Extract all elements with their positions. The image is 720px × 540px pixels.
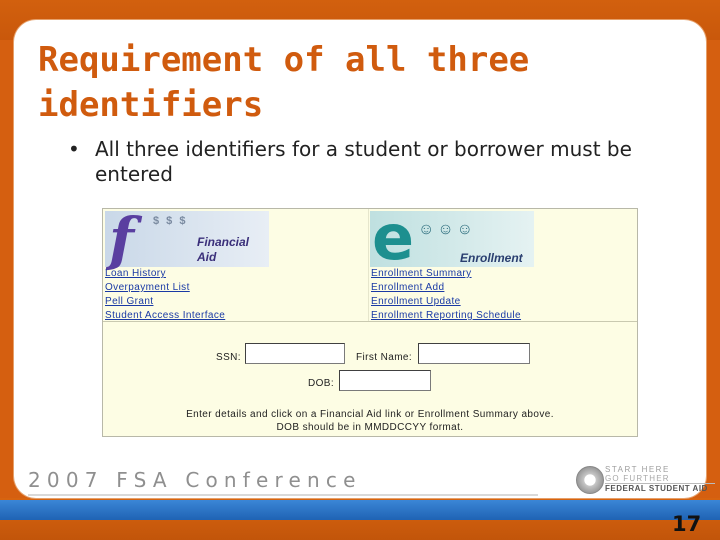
coins-icon: $ $ $ [153,215,188,227]
link-overpayment-list[interactable]: Overpayment List [105,281,225,295]
link-loan-history[interactable]: Loan History [105,267,225,281]
enrollment-logo-icon[interactable]: e ☺☺☺ Enrollment [370,201,534,274]
dob-format-note: DOB should be in MMDDCCYY format. [276,422,464,433]
first-name-input[interactable] [418,343,530,364]
enrollment-links: Enrollment Summary Enrollment Add Enroll… [371,267,521,323]
financial-aid-logo-label: Financial [197,235,250,249]
ssn-input[interactable] [245,343,345,364]
fsa-logo-line-1: START HERE [605,465,670,474]
column-divider [368,209,369,321]
fsa-logo: START HERE GO FURTHER FEDERAL STUDENT AI… [605,465,715,493]
footer-divider [28,494,538,496]
financial-aid-logo-letter: f [109,205,134,273]
financial-aid-links: Loan History Overpayment List Pell Grant… [105,267,225,323]
link-pell-grant[interactable]: Pell Grant [105,295,225,309]
enrollment-logo-label: Enrollment [460,251,523,265]
ssn-label: SSN: [216,352,241,363]
instruction-text: Enter details and click on a Financial A… [186,409,554,420]
financial-aid-logo-label-2: Aid [197,250,217,264]
app-screenshot: f $ $ $ Financial Aid e ☺☺☺ Enrollment L… [102,201,638,437]
bullet-marker: • [68,137,80,161]
section-divider [103,321,637,322]
link-enrollment-add[interactable]: Enrollment Add [371,281,521,295]
link-enrollment-summary[interactable]: Enrollment Summary [371,267,521,281]
enrollment-logo-letter: e [372,201,415,274]
bullet-text: All three identifiers for a student or b… [95,137,632,186]
federal-seal-icon [576,466,604,494]
page-number: 17 [672,512,702,536]
blue-band [0,500,720,520]
fsa-logo-line-2: GO FURTHER [605,474,670,483]
slide-title: Requirement of all three identifiers [38,40,530,125]
conference-label: 2007 FSA Conference [28,468,362,492]
fsa-logo-line-3: FEDERAL STUDENT AID [605,483,715,493]
people-icon: ☺☺☺ [418,221,477,238]
slide: Requirement of all three identifiers • A… [0,0,720,540]
first-name-label: First Name: [356,352,413,363]
financial-aid-logo-icon[interactable]: f $ $ $ Financial Aid [105,205,269,273]
dob-input[interactable] [339,370,431,391]
link-enrollment-update[interactable]: Enrollment Update [371,295,521,309]
dob-label: DOB: [308,378,335,389]
